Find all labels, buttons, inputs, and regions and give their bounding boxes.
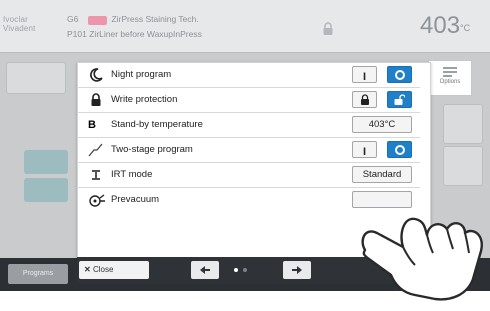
background-tile bbox=[6, 62, 66, 94]
row-label: IRT mode bbox=[111, 169, 153, 180]
program-name: ZirLiner before WaxupInPress bbox=[89, 29, 202, 39]
row-write-protection: Write protection bbox=[78, 88, 420, 113]
night-program-on-button[interactable]: I bbox=[352, 66, 377, 83]
brand-logo: Ivoclar Vivadent bbox=[3, 15, 36, 33]
program-group-line: G6 ZirPress Staining Tech. bbox=[67, 14, 199, 25]
row-label: Stand-by temperature bbox=[111, 119, 203, 130]
irt-mode-field[interactable]: Standard bbox=[352, 166, 412, 183]
row-irt-mode: IRT mode Standard bbox=[78, 163, 420, 188]
next-page-button[interactable] bbox=[283, 261, 311, 279]
header-bar: Ivoclar Vivadent G6 ZirPress Staining Te… bbox=[0, 0, 490, 53]
write-protection-locked-button[interactable] bbox=[352, 91, 377, 108]
furnace-temperature: 403°C bbox=[420, 14, 470, 38]
status-badge bbox=[87, 16, 108, 25]
background-tile bbox=[24, 178, 68, 202]
program-number: P101 bbox=[67, 29, 87, 39]
off-symbol bbox=[394, 70, 405, 80]
arrow-right-icon bbox=[292, 266, 302, 274]
row-label: Write protection bbox=[111, 94, 178, 105]
prev-page-button[interactable] bbox=[191, 261, 219, 279]
vacuum-pump-icon bbox=[88, 192, 105, 208]
programs-button[interactable]: Programs bbox=[8, 264, 68, 284]
lock-icon bbox=[88, 92, 104, 108]
close-button[interactable]: ✕ Close bbox=[79, 261, 149, 279]
two-stage-off-button[interactable] bbox=[387, 141, 412, 158]
on-symbol: I bbox=[362, 146, 367, 158]
tab-options-label: Options bbox=[439, 79, 461, 85]
options-icon bbox=[429, 67, 471, 79]
row-label: Prevacuum bbox=[111, 194, 160, 205]
on-symbol: I bbox=[362, 71, 367, 83]
row-label: Two-stage program bbox=[111, 144, 193, 155]
b-letter-icon: B bbox=[88, 119, 96, 131]
irt-icon bbox=[88, 167, 104, 183]
locked-icon bbox=[360, 94, 369, 105]
unlocked-icon bbox=[394, 94, 406, 105]
night-program-off-button[interactable] bbox=[387, 66, 412, 83]
group-number: G6 bbox=[67, 14, 79, 24]
arrow-left-icon bbox=[200, 266, 210, 274]
close-label: Close bbox=[92, 265, 114, 274]
page-dot-active bbox=[234, 268, 238, 272]
close-icon: ✕ bbox=[84, 265, 91, 274]
group-name: ZirPress Staining Tech. bbox=[111, 14, 199, 24]
stand-by-temperature-field[interactable]: 403°C bbox=[352, 116, 412, 133]
two-stage-curve-icon bbox=[88, 142, 104, 158]
row-stand-by-temperature: B Stand-by temperature 403°C bbox=[78, 113, 420, 138]
off-symbol bbox=[394, 145, 405, 155]
row-night-program: Night program I bbox=[78, 63, 420, 88]
lock-icon bbox=[322, 22, 334, 41]
page-dot bbox=[243, 268, 247, 272]
pointing-hand-icon bbox=[361, 217, 483, 301]
background-tile bbox=[443, 104, 483, 144]
row-two-stage-program: Two-stage program I bbox=[78, 138, 420, 163]
moon-icon bbox=[88, 67, 104, 83]
write-protection-unlocked-button[interactable] bbox=[387, 91, 412, 108]
background-tile bbox=[24, 150, 68, 174]
background-tile bbox=[443, 146, 483, 186]
two-stage-on-button[interactable]: I bbox=[352, 141, 377, 158]
temperature-value: 403 bbox=[420, 12, 461, 39]
row-label: Night program bbox=[111, 69, 172, 80]
tab-options[interactable]: Options bbox=[429, 60, 472, 96]
temperature-unit: °C bbox=[460, 23, 471, 33]
program-line: P101 ZirLiner before WaxupInPress bbox=[67, 29, 202, 39]
